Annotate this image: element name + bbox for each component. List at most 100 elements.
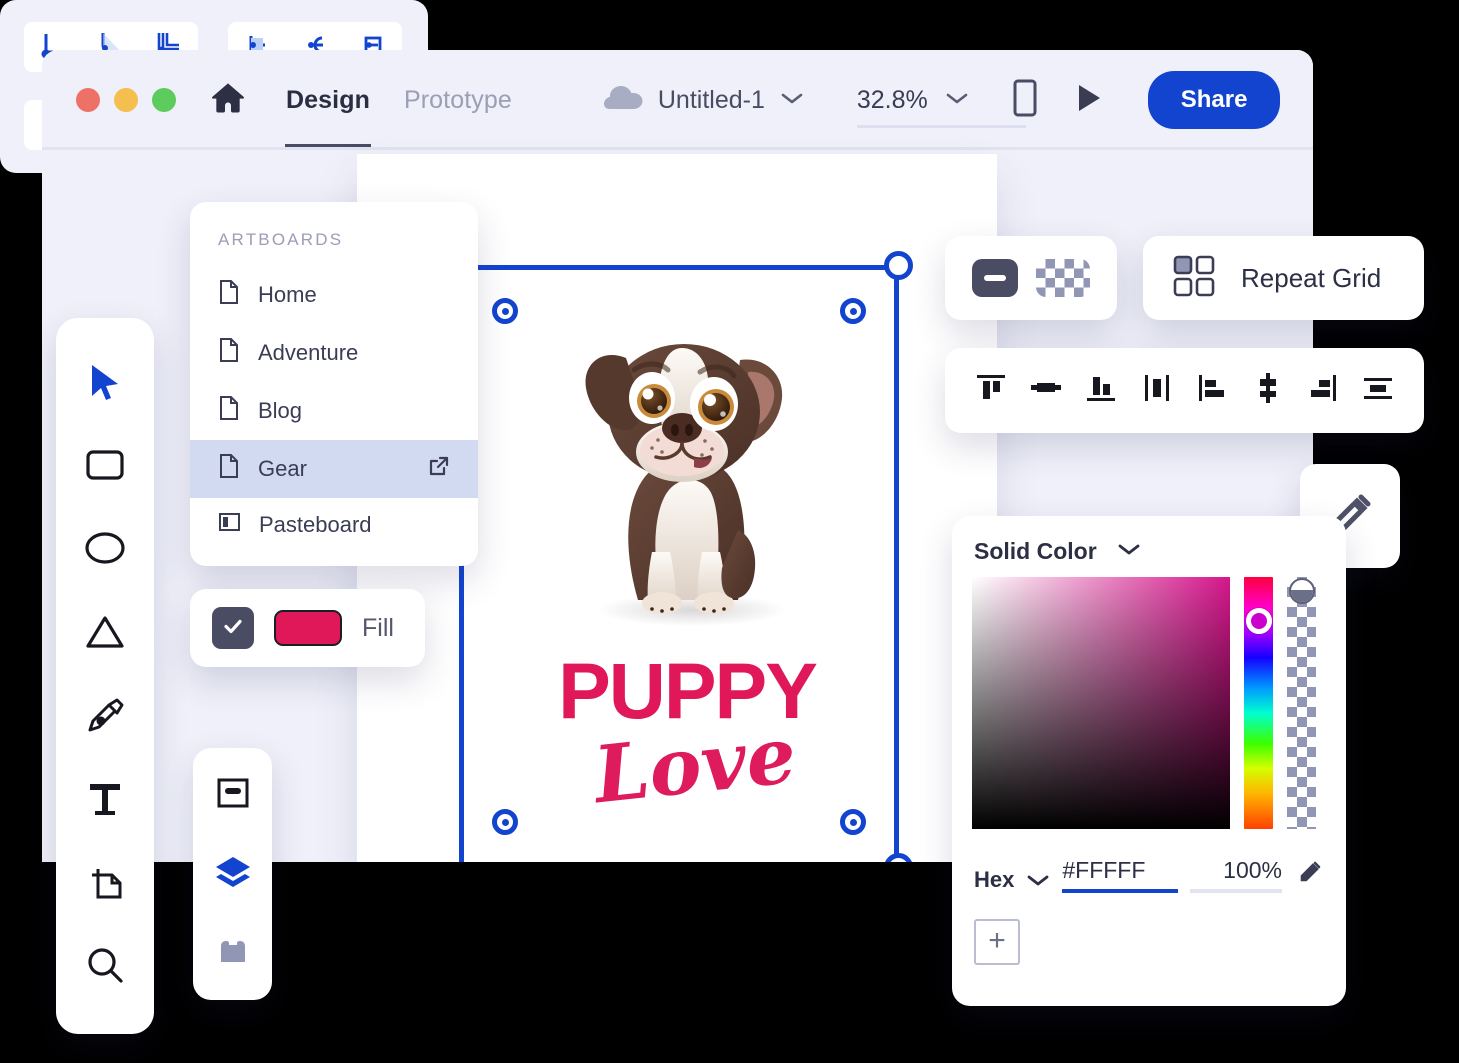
format-chevron-down-icon[interactable] [1026,873,1050,893]
device-preview-button[interactable] [1012,78,1038,123]
document-icon [218,395,240,427]
zoom-control[interactable]: 32.8% [856,86,1026,128]
panels-rail [193,748,272,1000]
align-bottom-icon [1082,369,1120,412]
titlebar: Design Prototype Untitled-1 32.8% Share [42,50,1313,150]
align-left-button[interactable] [1190,369,1234,413]
select-tool[interactable] [79,358,131,410]
artboard-item-gear[interactable]: Gear [190,440,478,498]
open-external-icon[interactable] [428,455,450,483]
magnifier-icon [85,945,125,990]
document-icon [218,453,240,485]
repeat-grid-label: Repeat Grid [1241,262,1382,293]
polygon-tool[interactable] [79,608,131,660]
align-right-icon [1304,369,1342,412]
repeat-grid-button[interactable]: Repeat Grid [1143,236,1424,320]
eyedropper-icon[interactable] [1294,858,1324,893]
align-top-button[interactable] [969,369,1013,413]
align-top-icon [972,369,1010,412]
components-panel-button[interactable] [212,932,254,974]
hue-slider[interactable] [1244,577,1273,829]
artboards-panel: ARTBOARDS Home Adventure Blog Gear Paste… [190,202,478,566]
fill-enabled-checkbox[interactable] [212,607,254,649]
home-button[interactable] [208,78,248,123]
mobile-device-icon [1012,78,1038,123]
cloud-icon [602,83,644,118]
chevron-down-icon[interactable] [1117,542,1141,562]
ellipse-icon [84,531,126,570]
align-vertical-center-icon [1027,369,1065,412]
checkerboard-transparency-icon[interactable] [1036,259,1090,297]
repeat-grid-icon [1171,253,1217,304]
align-vertical-center-button[interactable] [1024,369,1068,413]
add-swatch-label: + [988,923,1006,957]
tab-design[interactable]: Design [285,50,371,150]
tab-prototype[interactable]: Prototype [404,50,512,150]
rectangle-icon [85,449,125,486]
fill-label: Fill [362,613,394,642]
zoom-underline [856,124,1026,128]
color-mode-selector[interactable]: Solid Color [952,516,1346,577]
layers-panel-button[interactable] [212,853,254,895]
artboard-item-label: Blog [258,398,303,423]
maximize-window-button[interactable] [152,88,176,112]
fill-color-swatch[interactable] [274,610,342,646]
checkmark-icon [221,614,245,643]
alpha-slider[interactable] [1287,577,1316,829]
text-tool[interactable] [79,775,131,827]
rectangle-tool[interactable] [79,441,131,493]
align-right-button[interactable] [1301,369,1345,413]
corner-radius-handle-bottom-left[interactable] [492,809,518,835]
artboard-item-pasteboard[interactable]: Pasteboard [190,498,478,552]
close-window-button[interactable] [76,88,100,112]
minimize-window-button[interactable] [114,88,138,112]
artboard-item-label: Home [258,282,317,307]
color-picker-body [952,577,1346,829]
alpha-slider-thumb[interactable] [1288,578,1315,604]
zoom-tool[interactable] [79,942,131,994]
corner-radius-handle-top-right[interactable] [840,298,866,324]
hex-input[interactable] [1062,857,1178,884]
screenshot-stage: Design Prototype Untitled-1 32.8% Share … [0,0,1459,1063]
tab-design-label: Design [286,85,370,114]
preview-play-button[interactable] [1074,82,1104,119]
tool-rail [56,318,154,1034]
properties-icon [216,777,250,814]
pen-nib-icon [84,694,126,741]
align-bottom-button[interactable] [1079,369,1123,413]
selection-frame[interactable] [459,251,913,862]
document-selector[interactable]: Untitled-1 [602,83,805,118]
align-horizontal-center-button[interactable] [1135,369,1179,413]
zoom-chevron-down-icon[interactable] [944,90,970,111]
corner-radius-handle-top-left[interactable] [492,298,518,324]
distribute-horizontal-button[interactable] [1356,369,1400,413]
properties-panel-button[interactable] [212,774,254,816]
main-tabs: Design Prototype [285,50,512,150]
components-icon [217,936,249,971]
distribute-vertical-button[interactable] [1246,369,1290,413]
ellipse-tool[interactable] [79,525,131,577]
resize-handle-top-right[interactable] [884,251,913,280]
share-button[interactable]: Share [1147,71,1281,129]
hue-slider-thumb[interactable] [1245,608,1272,634]
artboard-item-adventure[interactable]: Adventure [190,324,478,382]
artboard-item-home[interactable]: Home [190,266,478,324]
triangle-icon [84,614,126,655]
add-swatch-button[interactable]: + [974,919,1020,965]
document-icon [218,337,240,369]
artboard-item-label: Adventure [258,340,359,365]
home-icon [208,78,248,123]
text-t-icon [87,780,123,823]
solid-fill-icon[interactable] [972,259,1018,297]
play-triangle-icon [1074,82,1104,119]
corner-radius-handle-bottom-right[interactable] [840,809,866,835]
chevron-down-icon[interactable] [779,90,805,111]
color-picker-panel: Solid Color Hex 100% [952,516,1346,1006]
color-format-label: Hex [974,867,1015,892]
artboard-item-blog[interactable]: Blog [190,382,478,440]
saturation-value-field[interactable] [972,577,1230,829]
color-value-row: Hex 100% [952,829,1346,893]
pen-tool[interactable] [79,692,131,744]
artboard-tool[interactable] [79,859,131,911]
alpha-field[interactable]: 100% [1190,857,1282,893]
